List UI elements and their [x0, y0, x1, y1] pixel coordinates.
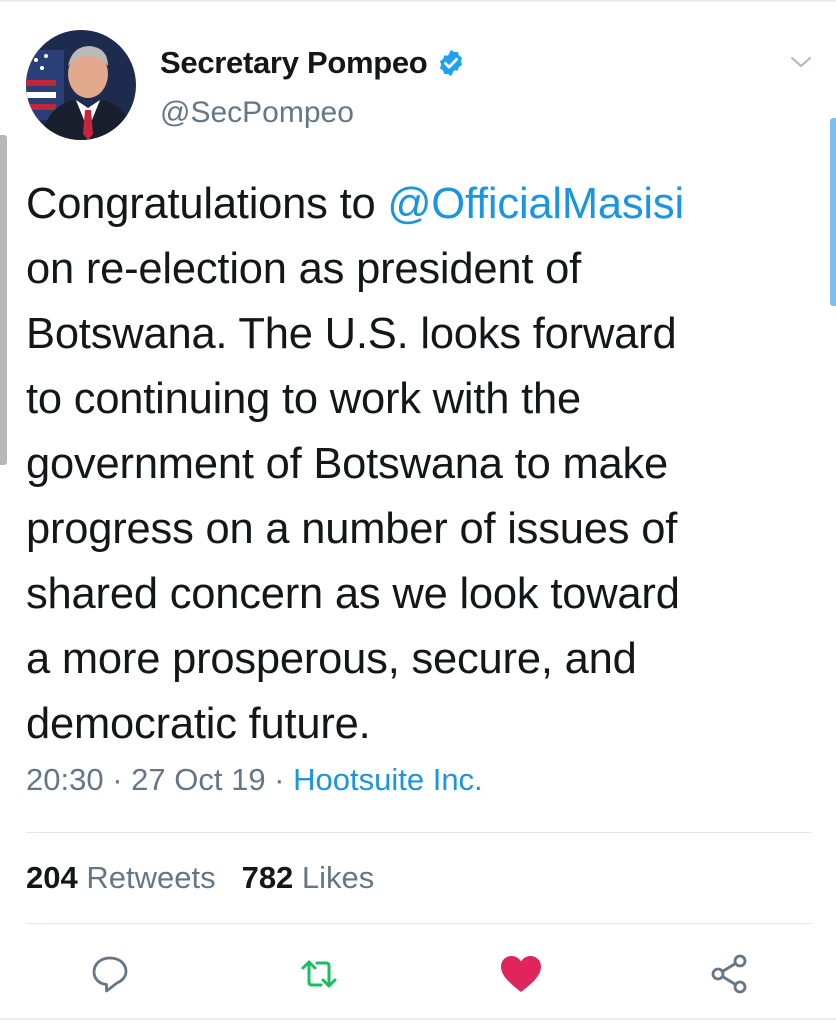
meta-separator: · [265, 762, 294, 797]
tweet-text-line: shared concern as we look toward [26, 570, 680, 618]
tweet-text-line: on re-election as president of [26, 245, 581, 293]
meta-separator: · [103, 762, 132, 797]
tweet-text: Congratulations to @OfficialMasisi on re… [26, 172, 816, 757]
share-icon [711, 954, 747, 994]
tweet-text-line: Botswana. The U.S. looks forward [26, 310, 677, 358]
tweet-detail-screen: Secretary Pompeo @SecPompeo Congratulati… [0, 0, 836, 1024]
tweet-date: 27 Oct 19 [131, 762, 266, 797]
avatar-portrait-image [26, 30, 136, 140]
reply-icon [92, 956, 128, 993]
retweet-button[interactable] [295, 950, 343, 998]
retweets-count: 204 [26, 860, 78, 895]
author-name-row[interactable]: Secretary Pompeo [160, 44, 466, 82]
tweet-text-line: Congratulations to @OfficialMasisi [26, 172, 816, 237]
top-divider [0, 0, 836, 2]
chevron-down-icon[interactable] [788, 52, 814, 72]
tweet-text-segment: Congratulations to [26, 180, 388, 228]
divider [26, 832, 812, 833]
reply-button[interactable] [86, 950, 134, 998]
tweet-text-line: progress on a number of issues of [26, 505, 678, 553]
scrollbar[interactable] [830, 118, 836, 306]
author-display-name[interactable]: Secretary Pompeo [160, 45, 428, 81]
likes-stat[interactable]: 782 Likes [242, 860, 375, 895]
share-button[interactable] [705, 950, 753, 998]
mention-link[interactable]: @OfficialMasisi [387, 180, 684, 228]
left-edge-handle [0, 135, 7, 465]
likes-count: 782 [241, 860, 294, 895]
tweet-text-line: government of Botswana to make [26, 440, 669, 488]
bottom-divider [0, 1018, 836, 1020]
retweets-stat[interactable]: 204 Retweets [26, 860, 216, 895]
like-button[interactable] [497, 950, 545, 998]
author-handle[interactable]: @SecPompeo [160, 96, 354, 130]
tweet-text-line: to continuing to work with the [26, 375, 581, 423]
retweets-label: Retweets [77, 860, 216, 895]
likes-label: Likes [293, 860, 375, 895]
avatar[interactable] [26, 30, 136, 140]
divider [26, 923, 812, 924]
heart-icon [501, 956, 541, 992]
tweet-text-line: democratic future. [26, 700, 371, 748]
tweet-stats: 204 Retweets 782 Likes [26, 860, 374, 896]
tweet-source-link[interactable]: Hootsuite Inc. [293, 762, 483, 797]
tweet-text-line: a more prosperous, secure, and [26, 635, 637, 683]
tweet-meta: 20:30 · 27 Oct 19 · Hootsuite Inc. [26, 762, 483, 798]
retweet-icon [301, 960, 337, 988]
verified-badge-icon [436, 48, 466, 78]
tweet-time: 20:30 [26, 762, 104, 797]
